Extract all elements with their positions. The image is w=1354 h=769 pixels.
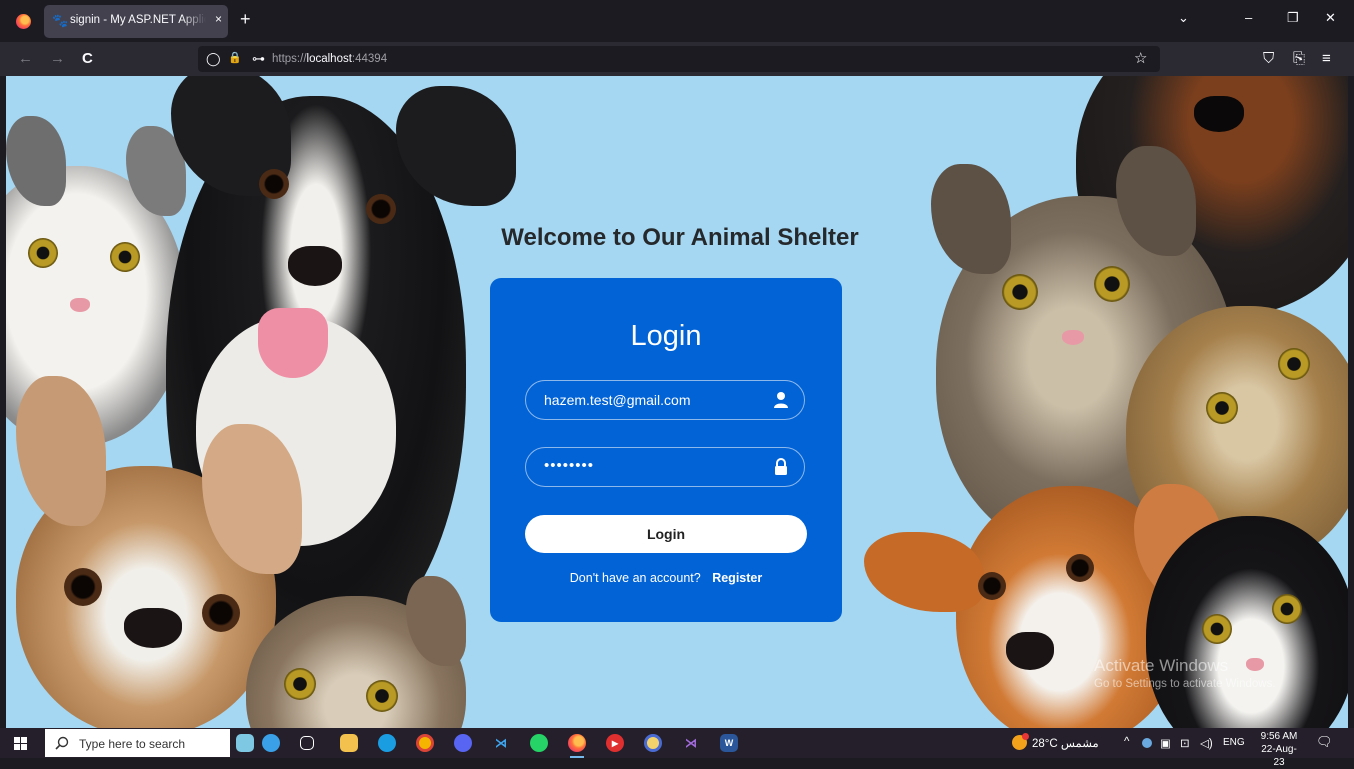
bookmark-star-icon[interactable]: ☆ — [1134, 49, 1147, 67]
chrome-icon[interactable] — [416, 734, 434, 752]
network-app-icon[interactable] — [1142, 738, 1152, 748]
clock-time: 9:56 AM — [1260, 731, 1298, 742]
register-row: Don't have an account? Register — [490, 571, 842, 585]
window-close-icon[interactable]: ✕ — [1325, 10, 1336, 26]
restore-icon[interactable]: ❐ — [1287, 10, 1299, 26]
minimize-icon[interactable]: – — [1245, 10, 1252, 25]
whatsapp-icon[interactable] — [530, 734, 548, 752]
paint-app-icon[interactable] — [236, 734, 254, 752]
url-port: :44394 — [351, 53, 388, 65]
login-title: Login — [630, 320, 702, 352]
user-widget-icon[interactable] — [262, 734, 280, 752]
new-tab-button[interactable]: + — [240, 9, 251, 29]
lock-icon[interactable]: 🔒 — [228, 51, 242, 64]
clock-date: 22-Aug-23 — [1261, 744, 1297, 768]
vscode-icon[interactable]: ⋊ — [492, 734, 510, 752]
php-storm-icon[interactable] — [644, 734, 662, 752]
url-prefix: https:// — [272, 53, 307, 65]
lock-icon — [775, 458, 787, 475]
activate-windows-watermark: Activate Windows Go to Settings to activ… — [1094, 656, 1276, 690]
register-link[interactable]: Register — [712, 571, 762, 585]
reload-icon[interactable]: C — [82, 50, 93, 68]
paw-favicon-icon: 🐾 — [52, 13, 69, 28]
no-account-text: Don't have an account? — [569, 571, 701, 585]
firefox-logo-icon[interactable] — [16, 14, 31, 29]
tray-overflow-icon[interactable]: ^ — [1124, 736, 1129, 748]
menu-icon[interactable]: ≡ — [1322, 50, 1331, 68]
welcome-heading: Welcome to Our Animal Shelter — [501, 224, 859, 251]
search-placeholder: Type here to search — [79, 737, 186, 751]
email-field[interactable]: hazem.test@gmail.com — [525, 380, 805, 420]
pocket-icon[interactable]: ⛉ — [1263, 50, 1274, 68]
password-field[interactable]: •••••••• — [525, 447, 805, 487]
url-bar[interactable]: ◯ 🔒 ⊶ https://localhost:44394 ☆ — [198, 46, 1160, 72]
media-player-icon[interactable]: ▸ — [606, 734, 624, 752]
volume-icon[interactable]: ◁) — [1200, 736, 1213, 750]
weather-icon[interactable] — [1012, 733, 1029, 750]
taskbar-clock[interactable]: 9:56 AM 22-Aug-23 — [1256, 730, 1302, 769]
tab-list-icon[interactable]: ⌄ — [1178, 10, 1189, 26]
search-icon — [55, 736, 69, 750]
firefox-taskbar-icon[interactable] — [568, 734, 586, 758]
password-value: •••••••• — [544, 457, 595, 474]
watermark-subtitle: Go to Settings to activate Windows. — [1094, 678, 1276, 690]
task-view-icon[interactable] — [300, 736, 314, 750]
watermark-title: Activate Windows — [1094, 656, 1229, 675]
windows-start-icon[interactable] — [14, 737, 27, 750]
word-icon[interactable]: W — [720, 734, 738, 752]
user-icon — [774, 392, 788, 408]
page-viewport: Welcome to Our Animal Shelter Login haze… — [6, 76, 1348, 728]
tab-title: signin - My ASP.NET Application — [70, 14, 206, 26]
taskbar-search-input[interactable]: Type here to search — [45, 729, 230, 757]
discord-icon[interactable] — [454, 734, 472, 752]
forward-icon[interactable]: → — [50, 50, 65, 68]
url-host: localhost — [306, 53, 352, 65]
visual-studio-icon[interactable]: ⋊ — [682, 734, 700, 752]
browser-tab-bar: 🐾 signin - My ASP.NET Application × + ⌄ … — [0, 0, 1354, 42]
weather-text[interactable]: 28°C مشمس — [1032, 736, 1099, 750]
url-text[interactable]: https://localhost:44394 — [272, 53, 387, 65]
tab-signin[interactable]: 🐾 signin - My ASP.NET Application × — [44, 5, 228, 38]
windows-taskbar: Type here to search ⋊ ▸ ⋊ W 28°C مشمس ^ … — [0, 728, 1354, 768]
back-icon[interactable]: ← — [18, 50, 33, 68]
edge-icon[interactable] — [378, 734, 396, 752]
notification-icon[interactable]: 🗨 — [1316, 734, 1333, 750]
key-icon[interactable]: ⊶ — [252, 51, 265, 67]
language-indicator[interactable]: ENG — [1223, 737, 1245, 748]
login-button[interactable]: Login — [525, 515, 807, 553]
share-icon[interactable]: ⎘ — [1293, 50, 1305, 68]
file-explorer-icon[interactable] — [340, 734, 358, 752]
network-icon[interactable]: ⊡ — [1180, 736, 1190, 750]
tracking-shield-icon[interactable]: ◯ — [206, 51, 221, 67]
email-value: hazem.test@gmail.com — [544, 392, 691, 408]
login-card: Login hazem.test@gmail.com •••••••• Logi… — [490, 278, 842, 622]
tab-close-icon[interactable]: × — [215, 12, 222, 26]
browser-nav-bar: ← → C ◯ 🔒 ⊶ https://localhost:44394 ☆ ⛉ … — [0, 42, 1354, 76]
screen-icon[interactable]: ▣ — [1160, 736, 1171, 750]
